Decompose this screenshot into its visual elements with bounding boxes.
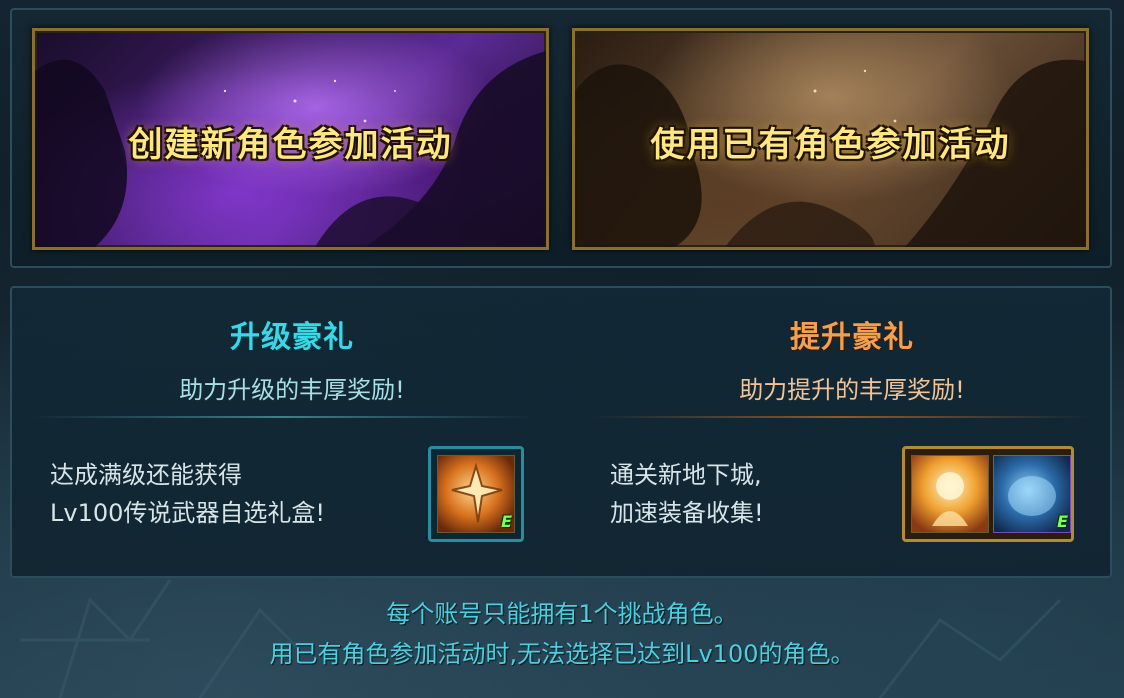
level-up-reward-section: 升级豪礼 助力升级的丰厚奖励! 达成满级还能获得 Lv100传说武器自选礼盒! … (32, 288, 552, 576)
level-up-reward-description: 达成满级还能获得 Lv100传说武器自选礼盒! (50, 456, 325, 532)
level-up-reward-title: 升级豪礼 (230, 320, 354, 355)
reward-text-line: 加速装备收集! (610, 499, 764, 527)
reward-item-frame: E (902, 446, 1074, 542)
reward-text-line: Lv100传说武器自选礼盒! (50, 499, 326, 527)
create-new-character-label: 创建新角色参加活动 (128, 125, 453, 165)
enhance-reward-title: 提升豪礼 (790, 320, 914, 355)
note-line-2: 用已有角色参加活动时,无法选择已达到Lv100的角色。 (269, 640, 855, 668)
level-up-reward-subtitle: 助力升级的丰厚奖励! (179, 376, 405, 404)
reward-text-line: 达成满级还能获得 (50, 461, 242, 489)
section-divider (592, 416, 1092, 418)
weapon-box-icon[interactable]: E (437, 455, 515, 533)
create-new-character-button[interactable]: 创建新角色参加活动 (32, 28, 549, 250)
gold-box-icon[interactable] (911, 455, 989, 533)
gold-figure-icon (932, 472, 968, 526)
section-divider (32, 416, 532, 418)
reward-item-frame: E (428, 446, 524, 542)
use-existing-character-label: 使用已有角色参加活动 (650, 125, 1011, 165)
enhance-reward-subtitle: 助力提升的丰厚奖励! (739, 376, 965, 404)
note-line-1: 每个账号只能拥有1个挑战角色。 (386, 600, 738, 628)
enhance-reward-section: 提升豪礼 助力提升的丰厚奖励! 通关新地下城, 加速装备收集! E (592, 288, 1112, 576)
epic-grade-badge: E (1057, 512, 1068, 531)
rules-notes: 每个账号只能拥有1个挑战角色。 用已有角色参加活动时,无法选择已达到Lv100的… (0, 594, 1124, 674)
enhance-reward-description: 通关新地下城, 加速装备收集! (610, 456, 764, 532)
blue-orb-icon[interactable]: E (993, 455, 1071, 533)
rewards-panel: 升级豪礼 助力升级的丰厚奖励! 达成满级还能获得 Lv100传说武器自选礼盒! … (10, 286, 1112, 578)
use-existing-character-button[interactable]: 使用已有角色参加活动 (572, 28, 1089, 250)
character-select-panel: 创建新角色参加活动 使用已有角色参加活动 (10, 8, 1112, 268)
reward-text-line: 通关新地下城, (610, 461, 762, 489)
epic-grade-badge: E (501, 512, 512, 531)
